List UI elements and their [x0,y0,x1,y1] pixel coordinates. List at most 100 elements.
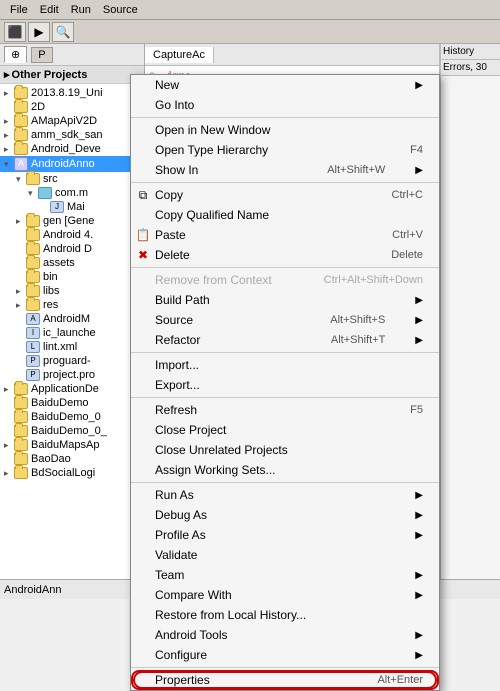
list-item[interactable]: ▸ 2013.8.19_Uni [0,86,144,100]
ctx-item-source[interactable]: Source Alt+Shift+S ▶ [131,310,439,330]
list-item[interactable]: ▸ Android_Deve [0,142,144,156]
ctx-item-export[interactable]: Export... [131,375,439,395]
ctx-label-export: Export... [155,378,200,392]
tab-package-explorer[interactable]: P [31,47,52,63]
ctx-item-copyqualified[interactable]: Copy Qualified Name [131,205,439,225]
ctx-item-comparewith[interactable]: Compare With ▶ [131,585,439,605]
ctx-label-new: New [155,78,179,92]
ctx-arrow-debugas: ▶ [415,510,423,521]
list-item[interactable]: ▸ AMapApiV2D [0,114,144,128]
ctx-item-opentypehier[interactable]: Open Type Hierarchy F4 [131,140,439,160]
list-item[interactable]: I ic_launche [0,326,144,340]
ctx-label-debugas: Debug As [155,508,207,522]
list-item[interactable]: ▸ BdSocialLogi [0,466,144,480]
ctx-label-refresh: Refresh [155,403,197,417]
menu-edit[interactable]: Edit [34,2,65,18]
toolbar-btn-1[interactable]: ⬛ [4,22,26,42]
ctx-item-paste[interactable]: 📋 Paste Ctrl+V [131,225,439,245]
expand-arrow[interactable]: ▸ [4,68,10,81]
ctx-item-refactor[interactable]: Refactor Alt+Shift+T ▶ [131,330,439,350]
tree-area: ▸ 2013.8.19_Uni 2D ▸ AMapApiV2D ▸ amm_sd… [0,84,144,482]
menu-run[interactable]: Run [65,2,97,18]
ctx-item-assignworkingsets[interactable]: Assign Working Sets... [131,460,439,480]
list-item[interactable]: ▾ com.m [0,186,144,200]
list-item[interactable]: assets [0,256,144,270]
ctx-label-source: Source [155,313,193,327]
ctx-shortcut-delete: Delete [391,249,423,261]
ctx-label-copy: Copy [155,188,183,202]
list-item[interactable]: ▸ gen [Gene [0,214,144,228]
separator-6 [131,482,439,483]
list-item[interactable]: J Mai [0,200,144,214]
ctx-item-refresh[interactable]: Refresh F5 [131,400,439,420]
list-item[interactable]: ▸ amm_sdk_san [0,128,144,142]
separator-1 [131,117,439,118]
list-item[interactable]: ▸ res [0,298,144,312]
list-item[interactable]: A AndroidM [0,312,144,326]
list-item[interactable]: P proguard- [0,354,144,368]
ctx-label-androidtools: Android Tools [155,628,228,642]
ctx-item-openwindow[interactable]: Open in New Window [131,120,439,140]
ctx-label-gointo: Go Into [155,98,194,112]
ctx-item-runas[interactable]: Run As ▶ [131,485,439,505]
other-projects-text: Other Projects [12,69,88,81]
list-item[interactable]: ▸ libs [0,284,144,298]
ctx-item-validate[interactable]: Validate [131,545,439,565]
ctx-item-properties[interactable]: Properties Alt+Enter [131,670,439,690]
list-item[interactable]: 2D [0,100,144,114]
ctx-item-buildpath[interactable]: Build Path ▶ [131,290,439,310]
ctx-label-validate: Validate [155,548,197,562]
list-item[interactable]: ▾ src [0,172,144,186]
list-item[interactable]: L lint.xml [0,340,144,354]
ctx-item-profileas[interactable]: Profile As ▶ [131,525,439,545]
ctx-item-closeunrelated[interactable]: Close Unrelated Projects [131,440,439,460]
right-side-panel: History Errors, 30 [440,44,500,579]
separator-3 [131,267,439,268]
ctx-item-new[interactable]: New ▶ [131,75,439,95]
list-item[interactable]: bin [0,270,144,284]
ctx-label-restore: Restore from Local History... [155,608,306,622]
separator-5 [131,397,439,398]
list-item[interactable]: ▸ BaiduMapsAp [0,438,144,452]
ctx-item-copy[interactable]: ⧉ Copy Ctrl+C [131,185,439,205]
menu-source[interactable]: Source [97,2,144,18]
ctx-item-team[interactable]: Team ▶ [131,565,439,585]
list-item[interactable]: P project.pro [0,368,144,382]
list-item[interactable]: BaiduDemo [0,396,144,410]
ctx-item-showin[interactable]: Show In Alt+Shift+W ▶ [131,160,439,180]
ctx-item-restore[interactable]: Restore from Local History... [131,605,439,625]
history-tab[interactable]: History [441,44,500,60]
list-item-android-anno[interactable]: ▾A AndroidAnno [0,156,144,172]
ctx-item-delete[interactable]: ✖ Delete Delete [131,245,439,265]
project-explorer: ⊕ P ▸ Other Projects ▸ 2013.8.19_Uni 2D … [0,44,145,579]
ctx-item-removectx: Remove from Context Ctrl+Alt+Shift+Down [131,270,439,290]
tab-type-hierarchy[interactable]: ⊕ [4,46,27,63]
ctx-item-configure[interactable]: Configure ▶ [131,645,439,665]
ctx-arrow-androidtools: ▶ [415,630,423,641]
ctx-item-gointo[interactable]: Go Into [131,95,439,115]
list-item[interactable]: BaiduDemo_0 [0,410,144,424]
list-item[interactable]: Android D [0,242,144,256]
ctx-shortcut-paste: Ctrl+V [392,229,423,241]
ctx-item-closeproject[interactable]: Close Project [131,420,439,440]
toolbar-btn-2[interactable]: ▶ [28,22,50,42]
menu-file[interactable]: File [4,2,34,18]
ctx-shortcut-refresh: F5 [410,404,423,416]
list-item[interactable]: ▸ ApplicationDe [0,382,144,396]
editor-tab-capture[interactable]: CaptureAc [145,47,214,63]
toolbar-btn-3[interactable]: 🔍 [52,22,74,42]
ctx-shortcut-source: Alt+Shift+S [330,314,385,326]
ctx-label-buildpath: Build Path [155,293,210,307]
list-item[interactable]: BaoDao [0,452,144,466]
ctx-arrow-profileas: ▶ [415,530,423,541]
ctx-label-delete: Delete [155,248,190,262]
ctx-label-team: Team [155,568,184,582]
ctx-label-opentypehier: Open Type Hierarchy [155,143,268,157]
ctx-item-androidtools[interactable]: Android Tools ▶ [131,625,439,645]
ctx-item-import[interactable]: Import... [131,355,439,375]
list-item[interactable]: Android 4. [0,228,144,242]
list-item[interactable]: BaiduDemo_0_ [0,424,144,438]
errors-tab[interactable]: Errors, 30 [441,60,500,76]
copy-icon: ⧉ [135,187,151,203]
ctx-item-debugas[interactable]: Debug As ▶ [131,505,439,525]
